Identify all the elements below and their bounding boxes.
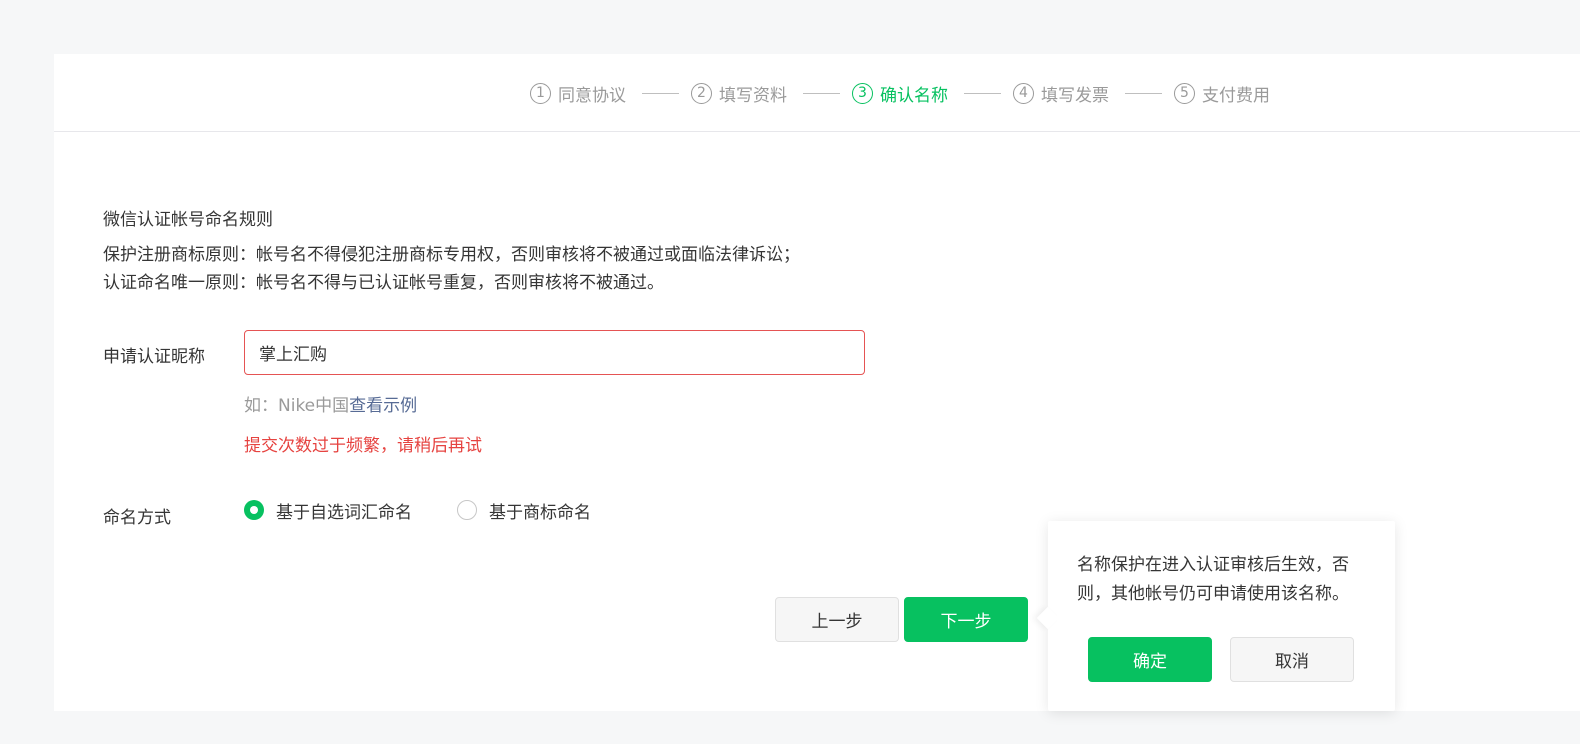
step-number-icon: 4: [1013, 82, 1034, 104]
rules-title: 微信认证帐号命名规则: [103, 210, 273, 230]
step-separator: [803, 93, 840, 94]
step-label: 填写资料: [719, 85, 787, 106]
confirm-button[interactable]: 确定: [1088, 637, 1212, 682]
rule-trademark: 保护注册商标原则：帐号名不得侵犯注册商标专用权，否则审核将不被通过或面临法律诉讼…: [103, 245, 800, 265]
popover-message: 名称保护在进入认证审核后生效，否则，其他帐号仍可申请使用该名称。: [1077, 555, 1349, 604]
verification-card: 1 同意协议 2 填写资料 3 确认名称 4 填写发票 5 支付费用 微信认证帐…: [54, 54, 1580, 711]
radio-trademark[interactable]: 基于商标命名: [457, 498, 591, 523]
radio-label: 基于商标命名: [489, 502, 591, 523]
hint-example-text: 如：Nike中国: [244, 396, 350, 416]
rule-unique: 认证命名唯一原则：帐号名不得与已认证帐号重复，否则审核将不被通过。: [103, 273, 664, 293]
step-number-icon: 3: [852, 82, 873, 104]
step-number-icon: 5: [1174, 82, 1195, 104]
next-step-button[interactable]: 下一步: [904, 597, 1028, 642]
step-separator: [1125, 93, 1162, 94]
step-3: 3 确认名称: [852, 81, 948, 106]
step-separator: [642, 93, 679, 94]
nickname-label: 申请认证昵称: [103, 347, 205, 367]
naming-method-label: 命名方式: [103, 508, 171, 528]
error-message: 提交次数过于频繁，请稍后再试: [244, 436, 482, 456]
step-label: 支付费用: [1202, 85, 1270, 106]
radio-label: 基于自选词汇命名: [276, 502, 412, 523]
prev-step-button[interactable]: 上一步: [775, 597, 899, 642]
step-5: 5 支付费用: [1174, 81, 1270, 106]
step-number-icon: 1: [530, 82, 551, 104]
step-label: 填写发票: [1041, 85, 1109, 106]
step-label: 确认名称: [880, 85, 948, 106]
name-protection-popover: 名称保护在进入认证审核后生效，否则，其他帐号仍可申请使用该名称。 确定 取消: [1048, 521, 1395, 711]
view-example-link[interactable]: 查看示例: [349, 396, 417, 416]
step-separator: [964, 93, 1001, 94]
nickname-input[interactable]: [244, 330, 865, 375]
step-indicator: 1 同意协议 2 填写资料 3 确认名称 4 填写发票 5 支付费用: [54, 54, 1580, 132]
step-label: 同意协议: [558, 85, 626, 106]
step-number-icon: 2: [691, 82, 712, 104]
nickname-hint: 如：Nike中国查看示例: [244, 391, 417, 416]
cancel-button[interactable]: 取消: [1230, 637, 1354, 682]
radio-unchecked-icon[interactable]: [457, 500, 477, 520]
step-1: 1 同意协议: [530, 81, 626, 106]
step-4: 4 填写发票: [1013, 81, 1109, 106]
radio-custom-words[interactable]: 基于自选词汇命名: [244, 498, 412, 523]
step-2: 2 填写资料: [691, 81, 787, 106]
radio-checked-icon[interactable]: [244, 500, 264, 520]
